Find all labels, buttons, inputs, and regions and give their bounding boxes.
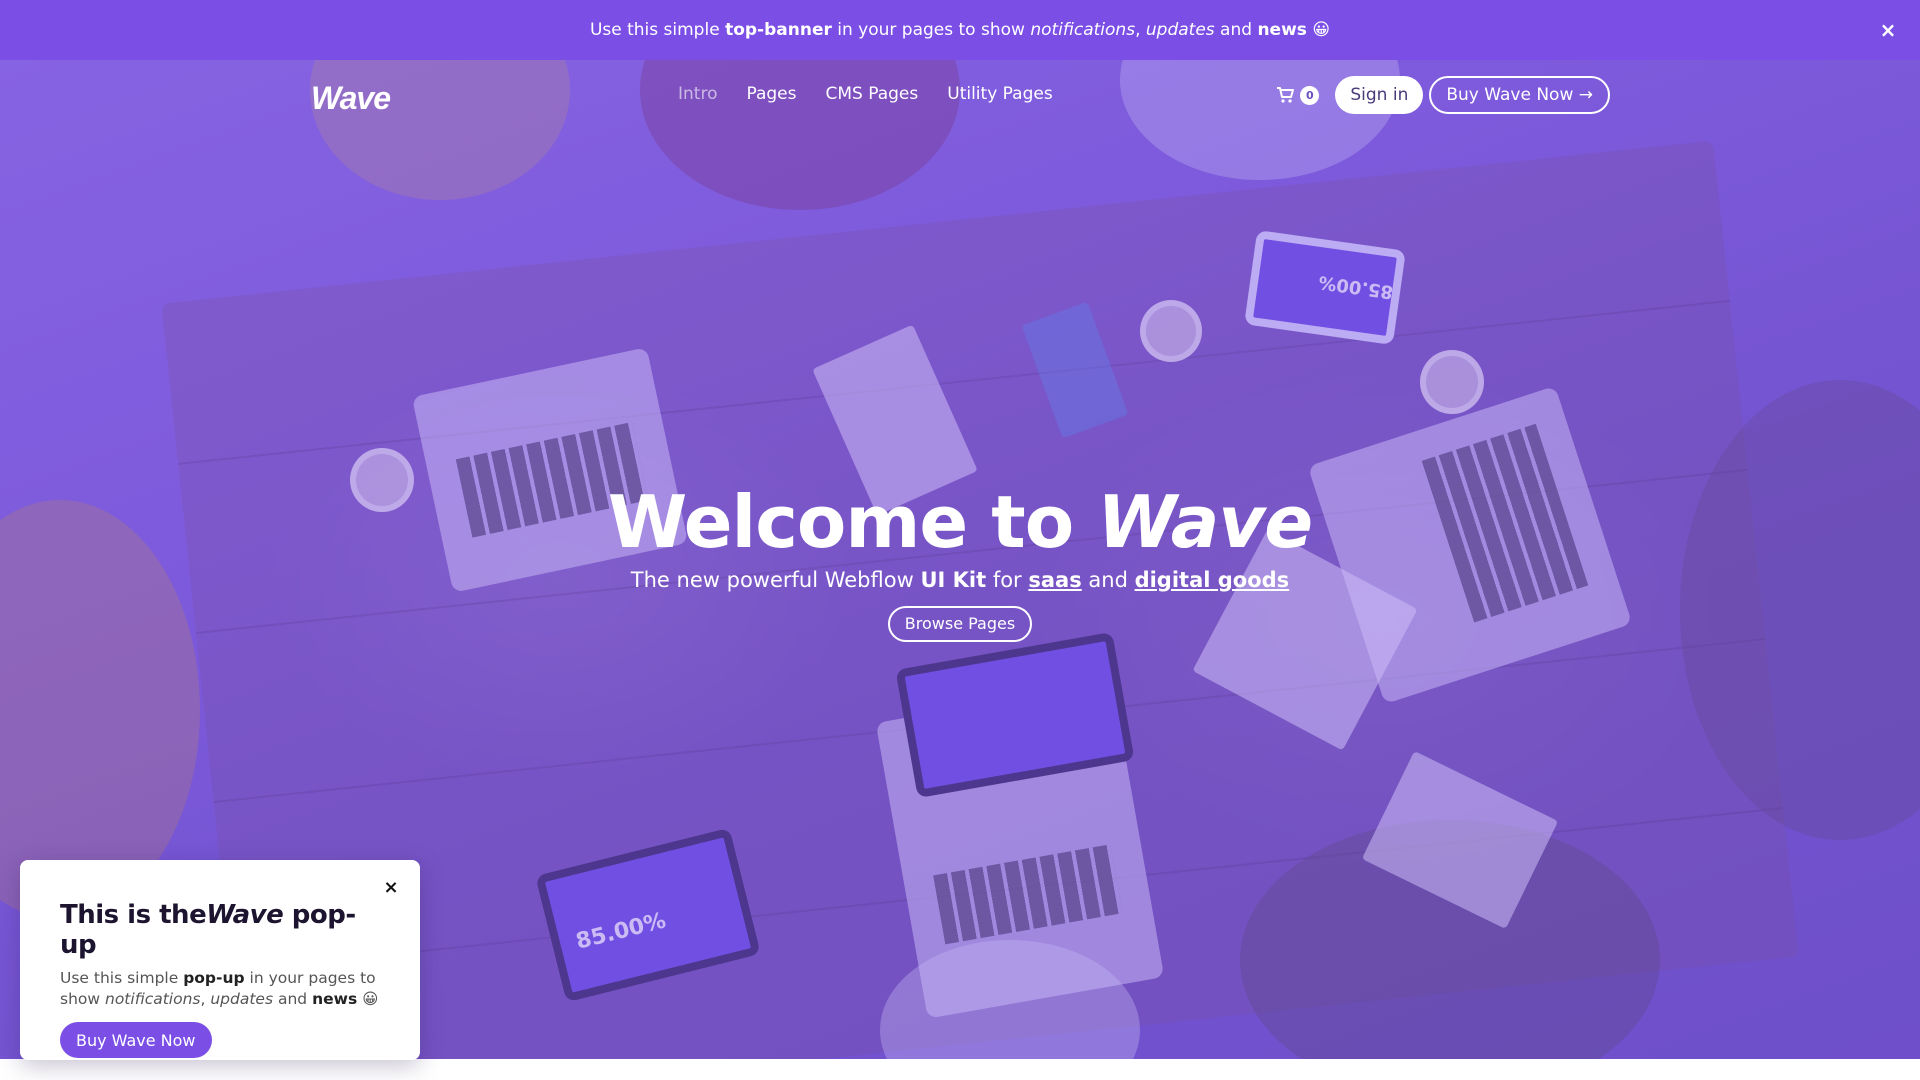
browse-pages-button[interactable]: Browse Pages <box>887 606 1033 642</box>
buy-wave-now-popup-button[interactable]: Buy Wave Now <box>60 1022 212 1058</box>
hero-subtitle-text: The new powerful Webflow <box>630 568 921 592</box>
popup-text-part: , <box>200 990 211 1008</box>
page: Use this simple top-banner in your pages… <box>0 0 1920 1080</box>
nav-actions: 0 Sign in Buy Wave Now → <box>1276 76 1610 114</box>
cart-count-badge: 0 <box>1300 85 1320 105</box>
banner-text-part: in your pages to show <box>831 20 1031 40</box>
saas-link[interactable]: saas <box>1028 568 1081 592</box>
page-bottom-strip <box>0 1060 1920 1080</box>
popup-title-text: This is the <box>60 900 207 930</box>
nav-link-intro[interactable]: Intro <box>678 84 717 104</box>
cart-button[interactable]: 0 <box>1276 85 1320 105</box>
close-icon: × <box>1879 18 1897 42</box>
banner-text-part: Use this simple <box>589 20 726 40</box>
sign-in-button[interactable]: Sign in <box>1335 76 1424 114</box>
hero-title-brand: Wave <box>1097 480 1313 564</box>
popup-text-part: and <box>273 990 313 1008</box>
popup-text-italic: updates <box>210 990 274 1008</box>
popup-close-button[interactable]: × <box>380 876 402 898</box>
banner-text-bold: top-banner <box>725 20 832 40</box>
hero-subtitle-bold: UI Kit <box>920 568 987 592</box>
hero-subtitle-text: and <box>1081 568 1135 592</box>
logo-text: Wave <box>311 80 391 116</box>
banner-text-italic: notifications <box>1030 20 1136 40</box>
hero-content: Welcome to Wave The new powerful Webflow… <box>0 480 1920 642</box>
hero-subtitle: The new powerful Webflow UI Kit for saas… <box>0 568 1920 592</box>
digital-goods-link[interactable]: digital goods <box>1135 568 1290 592</box>
popup-title-brand: Wave <box>206 900 284 930</box>
hero-title: Welcome to Wave <box>0 480 1920 564</box>
banner-text-bold: news <box>1257 20 1307 40</box>
wave-popup: × This is theWave pop-up Use this simple… <box>20 860 420 1060</box>
banner-close-button[interactable]: × <box>1874 16 1902 44</box>
popup-title: This is theWave pop-up <box>60 900 380 960</box>
top-banner-text: Use this simple top-banner in your pages… <box>590 20 1330 40</box>
hero-subtitle-text: for <box>986 568 1029 592</box>
popup-text-part: Use this simple <box>60 969 184 987</box>
smile-emoji-icon: 😀 <box>1312 20 1331 40</box>
main-navigation: Wave Intro Pages CMS Pages Utility Pages… <box>0 60 1920 130</box>
top-banner: Use this simple top-banner in your pages… <box>0 0 1920 60</box>
cart-icon <box>1277 87 1295 103</box>
banner-text-part: and <box>1214 20 1258 40</box>
banner-text-italic: updates <box>1145 20 1215 40</box>
hero-title-text: Welcome to <box>607 480 1098 564</box>
popup-text-italic: notifications <box>105 990 201 1008</box>
popup-text: Use this simple pop-up in your pages to … <box>60 968 380 1010</box>
popup-text-bold: pop-up <box>183 969 245 987</box>
popup-text-bold: news <box>312 990 358 1008</box>
nav-link-cms-pages[interactable]: CMS Pages <box>826 84 919 104</box>
banner-text-part: , <box>1135 20 1146 40</box>
wave-logo[interactable]: Wave <box>311 80 391 117</box>
smile-emoji-icon: 😀 <box>362 990 379 1008</box>
buy-wave-now-nav-button[interactable]: Buy Wave Now → <box>1429 76 1610 114</box>
nav-links: Intro Pages CMS Pages Utility Pages <box>678 84 1053 104</box>
nav-link-utility-pages[interactable]: Utility Pages <box>947 84 1052 104</box>
nav-link-pages[interactable]: Pages <box>746 84 796 104</box>
close-icon: × <box>383 876 399 898</box>
